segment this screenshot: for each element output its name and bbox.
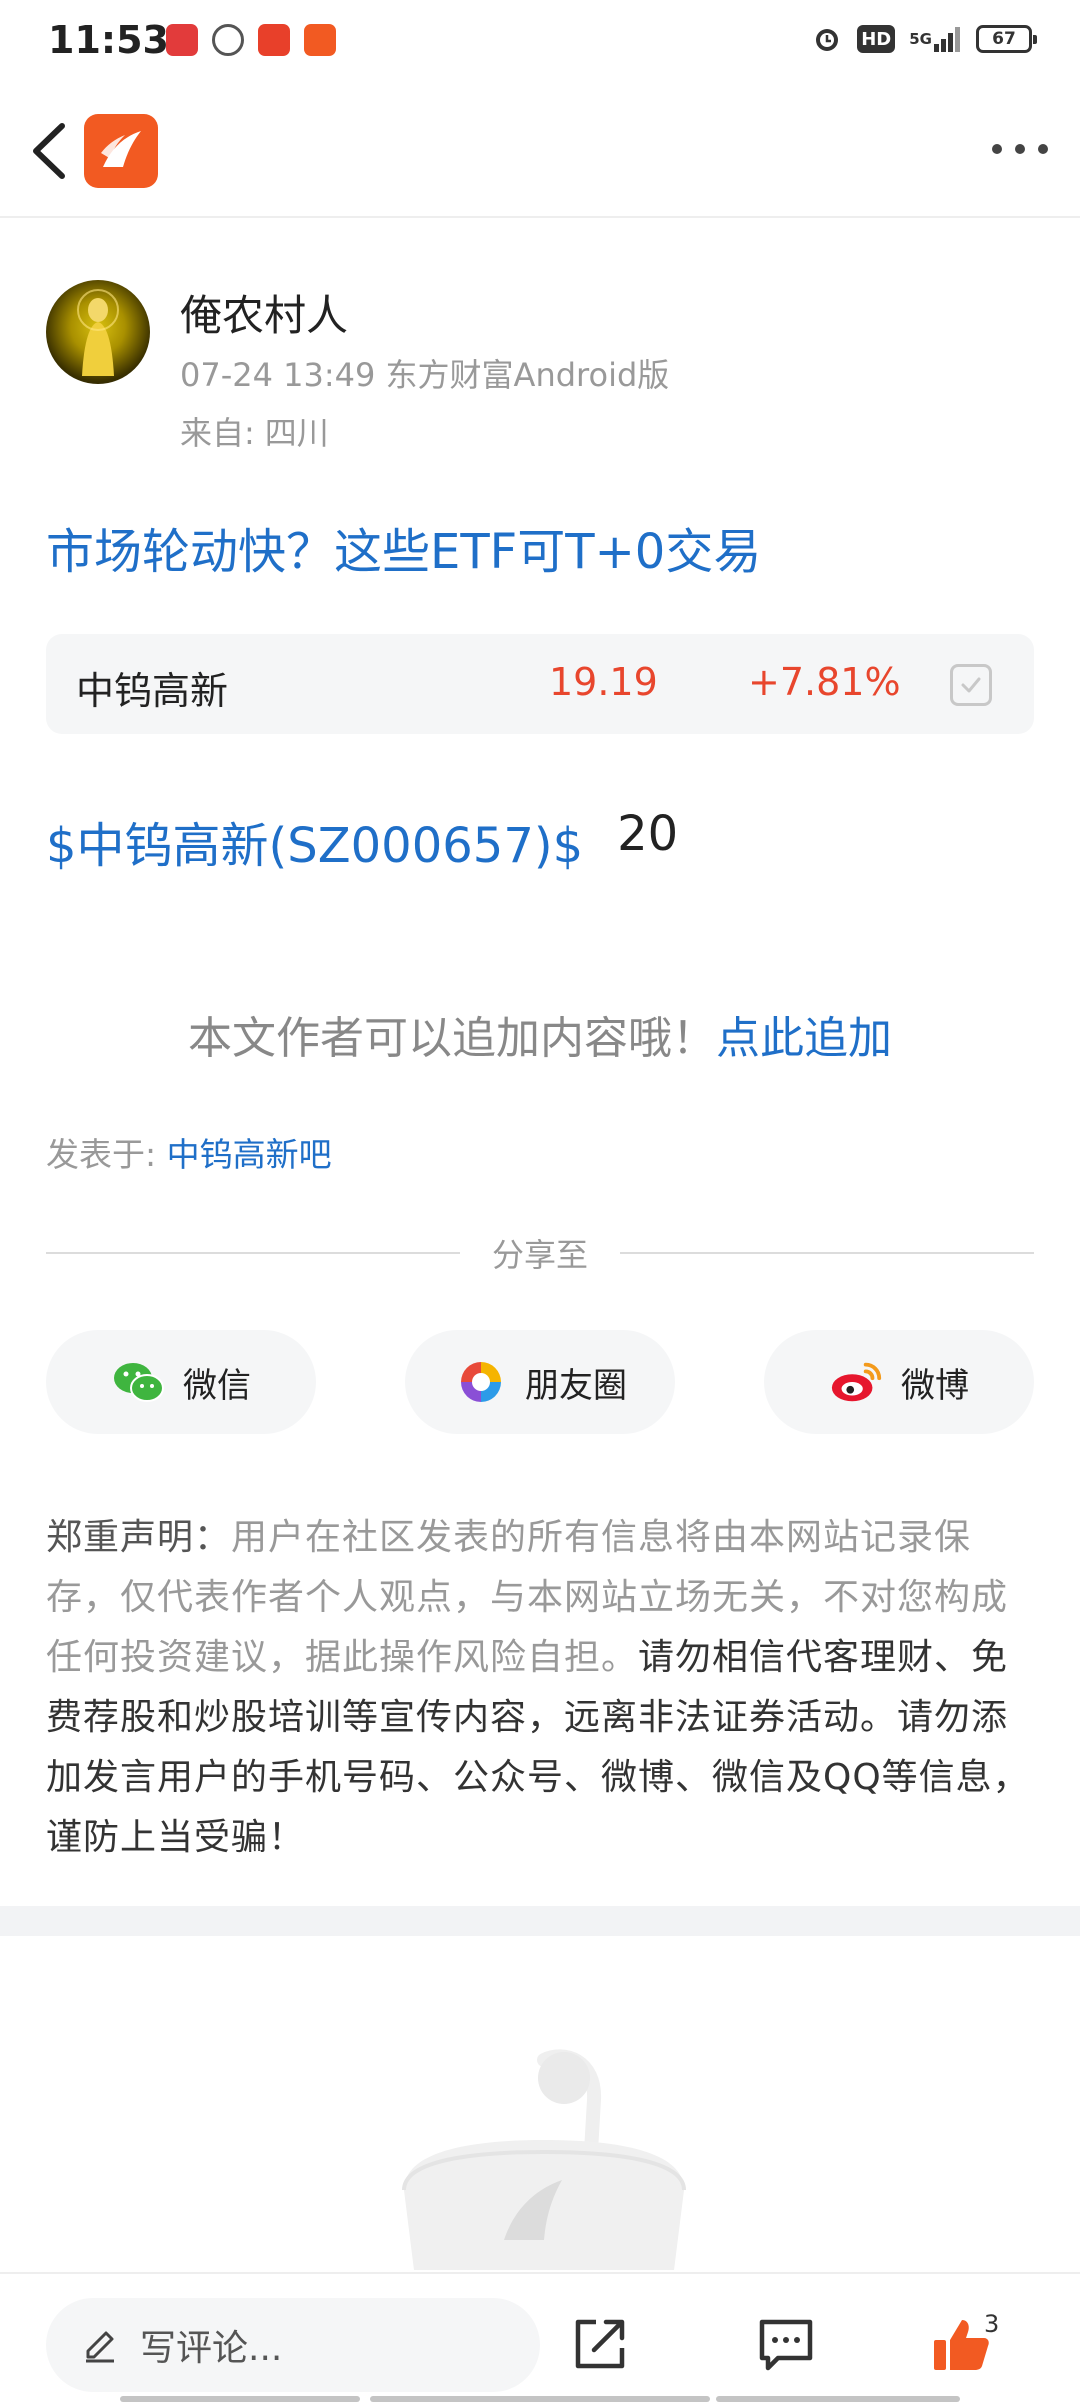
section-divider <box>0 1906 1080 1936</box>
notification-app-icon <box>212 24 244 56</box>
notification-app-icon <box>304 24 336 56</box>
divider <box>46 1252 460 1254</box>
back-icon[interactable] <box>26 118 76 184</box>
post-time-source: 07-24 13:49 东方财富Android版 <box>180 356 670 394</box>
posted-in-label: 发表于: <box>46 1135 157 1174</box>
like-thumbs-up-icon[interactable] <box>930 2314 990 2374</box>
share-wechat-label: 微信 <box>183 1365 251 1406</box>
moments-icon <box>453 1354 509 1410</box>
location-value: 四川 <box>264 414 329 452</box>
nav-handle <box>716 2396 960 2402</box>
share-moments-button[interactable]: 朋友圈 <box>405 1330 675 1434</box>
divider <box>620 1252 1035 1254</box>
forum-link[interactable]: 中钨高新吧 <box>167 1135 332 1174</box>
pencil-icon <box>86 2331 114 2363</box>
status-app-icons <box>166 24 336 56</box>
status-indicators: HD 5G 67 <box>811 22 1037 56</box>
stock-mention-link[interactable]: $中钨高新(SZ000657)$ <box>46 806 583 876</box>
share-section-header: 分享至 <box>46 1228 1035 1278</box>
comment-input[interactable]: 写评论... <box>46 2298 540 2392</box>
posted-in: 发表于: 中钨高新吧 <box>46 1128 332 1176</box>
battery-icon: 67 <box>976 25 1037 53</box>
status-bar: 11:53 HD 5G 67 <box>0 0 1080 84</box>
post-title[interactable]: 市场轮动快？这些ETF可T+0交易 <box>46 512 761 582</box>
share-weibo-label: 微博 <box>901 1365 969 1406</box>
append-hint-text: 本文作者可以追加内容哦！ <box>188 1013 716 1064</box>
author-name[interactable]: 俺农村人 <box>180 282 348 343</box>
share-wechat-button[interactable]: 微信 <box>46 1330 316 1434</box>
nav-handle <box>370 2396 710 2402</box>
append-content-link[interactable]: 点此追加 <box>716 1013 892 1064</box>
stock-price: 19.19 <box>549 660 658 704</box>
comment-placeholder: 写评论... <box>140 2328 283 2369</box>
add-watchlist-check-icon[interactable] <box>950 664 992 706</box>
stock-change: +7.81% <box>748 660 901 704</box>
weibo-icon <box>829 1354 885 1410</box>
post-body-text: 20 <box>617 806 679 862</box>
top-navigation-bar <box>0 84 1080 218</box>
disclaimer-head: 郑重声明： <box>46 1517 232 1558</box>
share-out-icon[interactable] <box>570 2314 630 2374</box>
stock-quote-card[interactable]: 中钨高新 19.19 +7.81% <box>46 634 1034 734</box>
append-content-prompt: 本文作者可以追加内容哦！点此追加 <box>0 1002 1080 1066</box>
share-weibo-button[interactable]: 微博 <box>764 1330 1034 1434</box>
disclaimer: 郑重声明：用户在社区发表的所有信息将由本网站记录保存，仅代表作者个人观点，与本网… <box>46 1508 1036 1868</box>
share-title: 分享至 <box>492 1236 589 1274</box>
empty-comments-illustration-icon <box>384 2040 704 2277</box>
alarm-icon <box>811 22 843 56</box>
hd-icon: HD <box>857 25 896 53</box>
notification-app-icon <box>166 24 198 56</box>
nav-handle <box>120 2396 360 2402</box>
stock-name: 中钨高新 <box>76 669 229 713</box>
post-body: $中钨高新(SZ000657)$ 20 <box>46 806 678 876</box>
more-options-icon[interactable] <box>992 134 1048 164</box>
eastmoney-logo-icon[interactable] <box>84 114 158 188</box>
share-moments-label: 朋友圈 <box>525 1365 627 1406</box>
comment-icon[interactable] <box>756 2314 816 2374</box>
bottom-action-bar: 写评论... 3 <box>0 2272 1080 2408</box>
wechat-icon <box>111 1354 167 1410</box>
author-avatar[interactable] <box>46 280 150 384</box>
signal-icon: 5G <box>909 22 962 56</box>
notification-app-icon <box>258 24 290 56</box>
location-label: 来自: <box>180 414 255 452</box>
status-time: 11:53 <box>48 18 169 62</box>
like-count: 3 <box>984 2310 1000 2338</box>
author-location: 来自: 四川 <box>180 408 329 454</box>
